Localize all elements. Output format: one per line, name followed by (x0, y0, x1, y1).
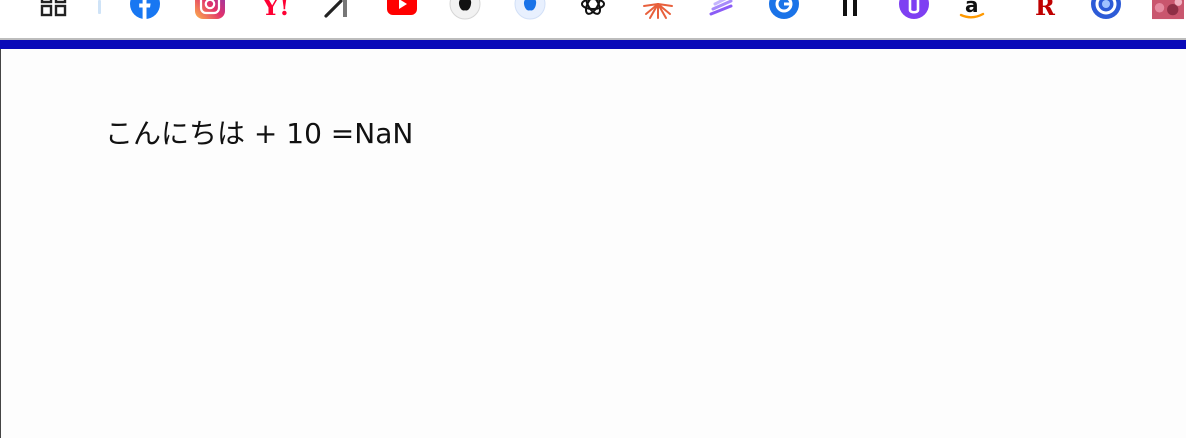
arrow-tool-icon[interactable] (321, 0, 353, 20)
apps-grid-icon[interactable] (38, 0, 70, 20)
page-top-accent-bar (0, 40, 1186, 49)
stripes-icon[interactable] (705, 0, 737, 20)
image-thumbnail-icon[interactable] (1152, 0, 1184, 20)
facebook-icon[interactable] (129, 0, 161, 20)
svg-text:a: a (965, 0, 979, 17)
instagram-icon[interactable] (194, 0, 226, 20)
youtube-icon[interactable] (386, 0, 418, 20)
bookmarks-separator (98, 0, 101, 14)
yahoo-icon[interactable]: Y! (256, 0, 288, 20)
page-content: こんにちは + 10 =NaN (1, 49, 1186, 438)
rakuten-icon[interactable]: R (1027, 0, 1059, 20)
amazon-icon[interactable]: a (956, 0, 988, 20)
blue-g-icon[interactable] (768, 0, 800, 20)
double-quote-icon[interactable] (834, 0, 866, 20)
apple-icon[interactable] (449, 0, 481, 20)
output-text: こんにちは + 10 =NaN (105, 117, 414, 150)
openai-icon[interactable] (577, 0, 609, 20)
blue-ring-icon[interactable] (1090, 0, 1122, 20)
starburst-icon[interactable] (642, 0, 674, 20)
purple-circle-icon[interactable] (898, 0, 930, 20)
svg-text:Y!: Y! (261, 0, 288, 20)
bookmarks-bar: Y! a R (0, 0, 1186, 38)
svg-text:R: R (1035, 0, 1056, 20)
apple-blue-icon[interactable] (514, 0, 546, 20)
